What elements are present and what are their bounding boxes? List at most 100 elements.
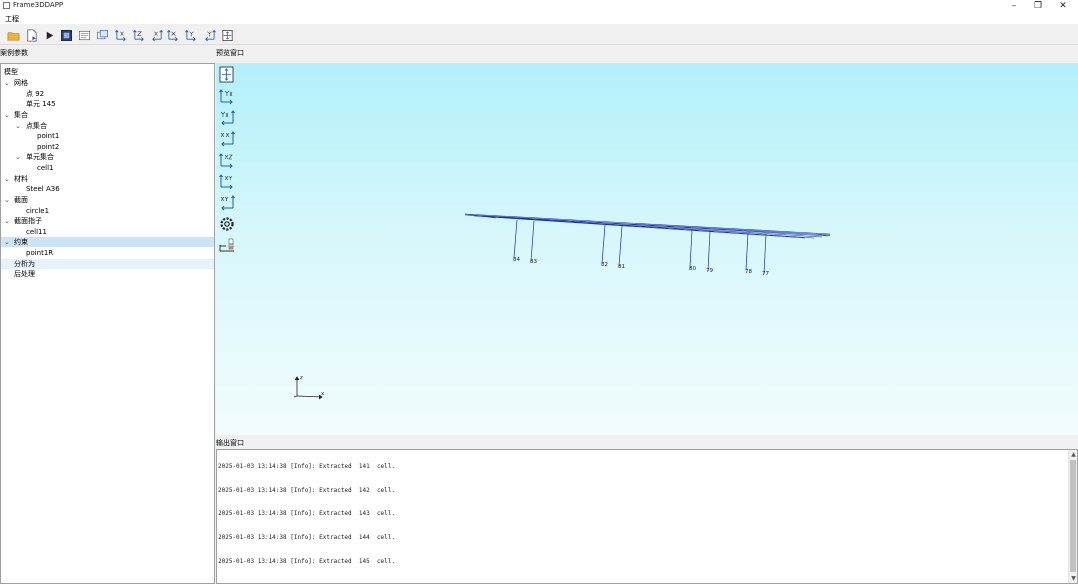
view-zx-icon[interactable] [166,28,180,42]
tree-item-label: 单元集合 [26,153,54,161]
preview-window-label: 预览窗口 [216,49,244,57]
minimize-button[interactable]: – [1002,0,1026,13]
tree-item-sections[interactable]: ⌄ 截面 [1,195,214,205]
run-icon[interactable] [42,28,56,42]
tree-item-analysis[interactable]: 分析为 [1,259,214,269]
output-log[interactable]: 2025-01-03 13:14:38 [Info]: Extracted 14… [216,449,1078,584]
tree-item-cell11[interactable]: cell11 [1,227,214,237]
tree-item-label: 后处理 [14,270,35,278]
tree-item-label: point2 [37,143,60,151]
axis-triad [293,376,323,400]
tree-item-label: point1R [26,249,54,257]
axis-z-label: z [300,375,303,381]
tree-item-cell-sets[interactable]: ⌄ 单元集合 [1,152,214,162]
view-bottom-icon[interactable] [218,193,236,211]
tree-item-cells[interactable]: 单元 145 [1,99,214,109]
folder-icon[interactable] [6,28,20,42]
fit-view-icon[interactable] [220,28,234,42]
tree-item-constraints[interactable]: ⌄ 约束 [1,237,214,247]
tree-item-label: cell1 [37,164,54,172]
chevron-down-icon[interactable]: ⌄ [4,237,10,247]
tree-item-cell1[interactable]: cell1 [1,163,214,173]
tree-item-label: 截面 [14,196,28,204]
chevron-down-icon[interactable]: ⌄ [4,195,10,205]
log-scrollbar[interactable]: ▲ ▼ [1068,450,1077,583]
tree-item-label: 网格 [14,79,28,87]
tree-item-label: 集合 [14,111,28,119]
chevron-down-icon[interactable]: ⌄ [15,121,21,131]
view-right-icon[interactable] [218,151,236,169]
node-label: 80 [689,266,696,272]
tree-item-point1r[interactable]: point1R [1,248,214,258]
view-zy-icon[interactable] [132,28,146,42]
node-label: 77 [762,271,769,277]
tree-item-materials[interactable]: ⌄ 材料 [1,174,214,184]
tree-item-point1[interactable]: point1 [1,131,214,141]
node-label: 82 [601,262,608,268]
toolbar [0,24,1078,45]
tree-item-label: 材料 [14,175,28,183]
close-button[interactable]: ✕ [1051,0,1075,13]
log-line: 2025-01-03 13:14:38 [Info]: Extracted 14… [218,558,396,565]
tree-item-label: cell11 [26,228,47,236]
view-left-icon[interactable] [218,129,236,147]
new-file-icon[interactable] [24,28,38,42]
model-tree: 模型 ⌄ 网格 点 92 单元 145 ⌄ 集合 ⌄ 点集合 point1 po… [0,63,215,584]
legend-icon[interactable] [218,236,236,254]
tree-item-points[interactable]: 点 92 [1,89,214,99]
log-line: 2025-01-03 13:14:38 [Info]: Extracted 14… [218,487,396,494]
tree-item-label: 点 92 [26,90,45,98]
select-view-icon[interactable] [218,66,236,84]
axis-x-label: x [321,391,325,397]
tree-item-label: 模型 [4,68,18,76]
frame-view-icon[interactable] [77,28,91,42]
tree-item-sets[interactable]: ⌄ 集合 [1,110,214,120]
case-params-label: 案例参数 [0,49,28,57]
view-front-icon[interactable] [218,87,236,105]
node-label: 81 [618,264,625,270]
deck-frame [464,213,831,239]
output-window-label: 输出窗口 [216,439,244,447]
tree-item-point-sets[interactable]: ⌄ 点集合 [1,121,214,131]
tree-item-label: 分析为 [14,260,35,268]
tree-item-postprocess[interactable]: 后处理 [1,269,214,279]
menu-project[interactable]: 工程 [5,14,19,24]
structure-scene: 84 83 82 81 80 79 78 77 z x [293,213,831,400]
model-view-icon[interactable] [59,28,73,42]
chevron-down-icon[interactable]: ⌄ [4,78,10,88]
view-xy-icon[interactable] [184,28,198,42]
tree-item-section-assign[interactable]: ⌄ 截面指子 [1,216,214,226]
view-yz-icon[interactable] [114,28,128,42]
tree-item-label: circle1 [26,207,50,215]
window-view-icon[interactable] [95,28,109,42]
tree-item-point2[interactable]: point2 [1,142,214,152]
node-label: 78 [745,269,752,275]
menu-bar: 工程 [0,13,1078,24]
tree-item-mesh[interactable]: ⌄ 网格 [1,78,214,88]
view-yx-icon[interactable] [202,28,216,42]
restore-button[interactable]: ❐ [1026,0,1050,13]
chevron-down-icon[interactable]: ⌄ [4,174,10,184]
view-top-icon[interactable] [218,172,236,190]
tree-item-model[interactable]: 模型 [1,67,214,77]
columns [513,219,767,275]
log-line: 2025-01-03 13:14:38 [Info]: Extracted 14… [218,534,396,541]
node-label: 84 [513,257,520,263]
view-xz-icon[interactable] [149,28,163,42]
chevron-down-icon[interactable]: ⌄ [4,216,10,226]
scroll-thumb[interactable] [1070,460,1076,572]
node-label: 79 [706,268,713,274]
tree-item-steel[interactable]: Steel A36 [1,184,214,194]
log-line: 2025-01-03 13:14:38 [Info]: Extracted 14… [218,510,396,517]
view-back-icon[interactable] [218,108,236,126]
tree-item-circle1[interactable]: circle1 [1,206,214,216]
chevron-down-icon[interactable]: ⌄ [4,110,10,120]
tree-item-label: 单元 145 [26,100,56,108]
preview-viewport[interactable]: 84 83 82 81 80 79 78 77 z x [216,63,1078,435]
settings-icon[interactable] [218,215,236,233]
tree-item-label: point1 [37,132,60,140]
scroll-down-icon[interactable]: ▼ [1069,574,1077,583]
chevron-down-icon[interactable]: ⌄ [15,152,21,162]
scroll-up-icon[interactable]: ▲ [1069,450,1077,459]
tree-item-label: 截面指子 [14,217,42,225]
